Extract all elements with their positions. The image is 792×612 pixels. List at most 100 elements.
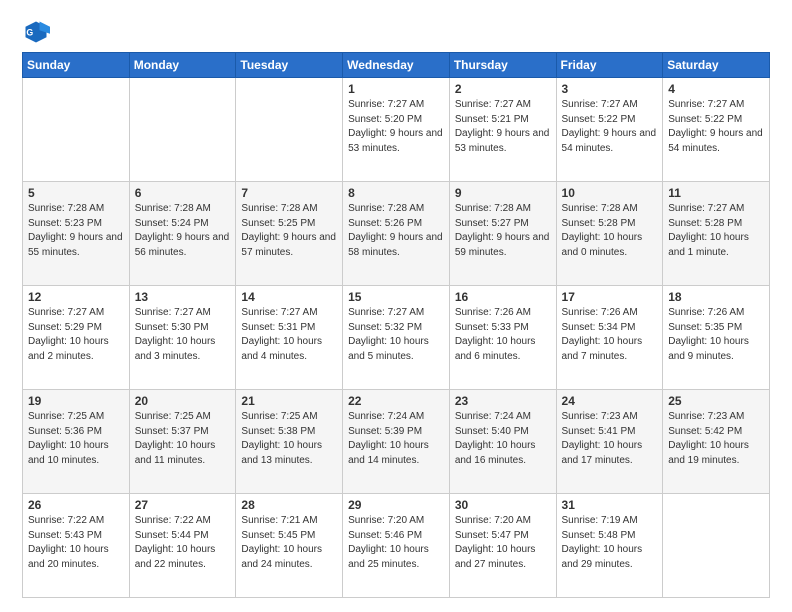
day-number: 2 bbox=[455, 82, 551, 96]
calendar-cell: 6 Sunrise: 7:28 AM Sunset: 5:24 PM Daylig… bbox=[129, 182, 236, 286]
header: G bbox=[22, 18, 770, 46]
calendar-cell: 16 Sunrise: 7:26 AM Sunset: 5:33 PM Dayli… bbox=[449, 286, 556, 390]
calendar-cell: 27 Sunrise: 7:22 AM Sunset: 5:44 PM Dayli… bbox=[129, 494, 236, 598]
day-number: 17 bbox=[562, 290, 658, 304]
day-number: 21 bbox=[241, 394, 337, 408]
calendar-cell: 13 Sunrise: 7:27 AM Sunset: 5:30 PM Dayli… bbox=[129, 286, 236, 390]
calendar-cell: 14Sunrise: 7:27 AM Sunset: 5:31 PM Dayli… bbox=[236, 286, 343, 390]
day-number: 3 bbox=[562, 82, 658, 96]
calendar-week-3: 12 Sunrise: 7:27 AM Sunset: 5:29 PM Dayli… bbox=[23, 286, 770, 390]
day-number: 6 bbox=[135, 186, 231, 200]
calendar-cell: 31 Sunrise: 7:19 AM Sunset: 5:48 PM Dayli… bbox=[556, 494, 663, 598]
day-number: 12 bbox=[28, 290, 124, 304]
calendar-cell bbox=[663, 494, 770, 598]
day-header-saturday: Saturday bbox=[663, 53, 770, 78]
calendar-cell: 8Sunrise: 7:28 AM Sunset: 5:26 PM Daylig… bbox=[343, 182, 450, 286]
day-number: 11 bbox=[668, 186, 764, 200]
calendar-cell bbox=[236, 78, 343, 182]
day-header-monday: Monday bbox=[129, 53, 236, 78]
day-info: Sunrise: 7:24 AM Sunset: 5:39 PM Dayligh… bbox=[348, 410, 444, 468]
day-info: Sunrise: 7:20 AM Sunset: 5:47 PM Dayligh… bbox=[455, 514, 551, 572]
calendar-cell: 10Sunrise: 7:28 AM Sunset: 5:28 PM Dayli… bbox=[556, 182, 663, 286]
day-number: 24 bbox=[562, 394, 658, 408]
calendar-cell: 23 Sunrise: 7:24 AM Sunset: 5:40 PM Dayli… bbox=[449, 390, 556, 494]
day-info: Sunrise: 7:22 AM Sunset: 5:44 PM Dayligh… bbox=[135, 514, 231, 572]
day-info: Sunrise: 7:23 AM Sunset: 5:41 PM Dayligh… bbox=[562, 410, 658, 468]
calendar-cell: 5Sunrise: 7:28 AM Sunset: 5:23 PM Daylig… bbox=[23, 182, 130, 286]
calendar-cell: 19Sunrise: 7:25 AM Sunset: 5:36 PM Dayli… bbox=[23, 390, 130, 494]
calendar-cell: 11Sunrise: 7:27 AM Sunset: 5:28 PM Dayli… bbox=[663, 182, 770, 286]
day-info: Sunrise: 7:27 AM Sunset: 5:22 PM Dayligh… bbox=[562, 98, 658, 156]
day-info: Sunrise: 7:28 AM Sunset: 5:27 PM Dayligh… bbox=[455, 202, 551, 260]
calendar-cell: 26 Sunrise: 7:22 AM Sunset: 5:43 PM Dayli… bbox=[23, 494, 130, 598]
day-info: Sunrise: 7:20 AM Sunset: 5:46 PM Dayligh… bbox=[348, 514, 444, 572]
day-number: 4 bbox=[668, 82, 764, 96]
calendar-cell: 22Sunrise: 7:24 AM Sunset: 5:39 PM Dayli… bbox=[343, 390, 450, 494]
calendar-cell: 21 Sunrise: 7:25 AM Sunset: 5:38 PM Dayli… bbox=[236, 390, 343, 494]
day-info: Sunrise: 7:26 AM Sunset: 5:33 PM Dayligh… bbox=[455, 306, 551, 364]
day-info: Sunrise: 7:27 AM Sunset: 5:30 PM Dayligh… bbox=[135, 306, 231, 364]
day-number: 14 bbox=[241, 290, 337, 304]
day-number: 31 bbox=[562, 498, 658, 512]
calendar-cell bbox=[23, 78, 130, 182]
day-header-friday: Friday bbox=[556, 53, 663, 78]
calendar-week-1: 1Sunrise: 7:27 AM Sunset: 5:20 PM Daylig… bbox=[23, 78, 770, 182]
day-info: Sunrise: 7:26 AM Sunset: 5:35 PM Dayligh… bbox=[668, 306, 764, 364]
day-number: 26 bbox=[28, 498, 124, 512]
day-number: 16 bbox=[455, 290, 551, 304]
calendar-cell: 3 Sunrise: 7:27 AM Sunset: 5:22 PM Daylig… bbox=[556, 78, 663, 182]
day-number: 7 bbox=[241, 186, 337, 200]
calendar-cell: 2Sunrise: 7:27 AM Sunset: 5:21 PM Daylig… bbox=[449, 78, 556, 182]
logo: G bbox=[22, 18, 54, 46]
calendar-cell: 4 Sunrise: 7:27 AM Sunset: 5:22 PM Daylig… bbox=[663, 78, 770, 182]
calendar-header-row: SundayMondayTuesdayWednesdayThursdayFrid… bbox=[23, 53, 770, 78]
calendar-week-4: 19Sunrise: 7:25 AM Sunset: 5:36 PM Dayli… bbox=[23, 390, 770, 494]
day-number: 13 bbox=[135, 290, 231, 304]
day-header-thursday: Thursday bbox=[449, 53, 556, 78]
calendar-cell: 20Sunrise: 7:25 AM Sunset: 5:37 PM Dayli… bbox=[129, 390, 236, 494]
day-info: Sunrise: 7:19 AM Sunset: 5:48 PM Dayligh… bbox=[562, 514, 658, 572]
calendar-cell: 1Sunrise: 7:27 AM Sunset: 5:20 PM Daylig… bbox=[343, 78, 450, 182]
day-info: Sunrise: 7:22 AM Sunset: 5:43 PM Dayligh… bbox=[28, 514, 124, 572]
day-info: Sunrise: 7:28 AM Sunset: 5:26 PM Dayligh… bbox=[348, 202, 444, 260]
day-number: 23 bbox=[455, 394, 551, 408]
calendar-cell bbox=[129, 78, 236, 182]
day-info: Sunrise: 7:27 AM Sunset: 5:32 PM Dayligh… bbox=[348, 306, 444, 364]
day-info: Sunrise: 7:26 AM Sunset: 5:34 PM Dayligh… bbox=[562, 306, 658, 364]
day-number: 28 bbox=[241, 498, 337, 512]
day-info: Sunrise: 7:28 AM Sunset: 5:23 PM Dayligh… bbox=[28, 202, 124, 260]
calendar-week-5: 26 Sunrise: 7:22 AM Sunset: 5:43 PM Dayli… bbox=[23, 494, 770, 598]
day-number: 29 bbox=[348, 498, 444, 512]
day-number: 9 bbox=[455, 186, 551, 200]
svg-text:G: G bbox=[26, 28, 33, 38]
calendar-cell: 18Sunrise: 7:26 AM Sunset: 5:35 PM Dayli… bbox=[663, 286, 770, 390]
day-info: Sunrise: 7:27 AM Sunset: 5:22 PM Dayligh… bbox=[668, 98, 764, 156]
day-info: Sunrise: 7:28 AM Sunset: 5:25 PM Dayligh… bbox=[241, 202, 337, 260]
day-number: 1 bbox=[348, 82, 444, 96]
day-info: Sunrise: 7:21 AM Sunset: 5:45 PM Dayligh… bbox=[241, 514, 337, 572]
day-info: Sunrise: 7:25 AM Sunset: 5:37 PM Dayligh… bbox=[135, 410, 231, 468]
calendar-cell: 15 Sunrise: 7:27 AM Sunset: 5:32 PM Dayli… bbox=[343, 286, 450, 390]
day-number: 10 bbox=[562, 186, 658, 200]
calendar-cell: 9 Sunrise: 7:28 AM Sunset: 5:27 PM Daylig… bbox=[449, 182, 556, 286]
calendar-cell: 7 Sunrise: 7:28 AM Sunset: 5:25 PM Daylig… bbox=[236, 182, 343, 286]
day-number: 30 bbox=[455, 498, 551, 512]
day-info: Sunrise: 7:27 AM Sunset: 5:29 PM Dayligh… bbox=[28, 306, 124, 364]
day-number: 27 bbox=[135, 498, 231, 512]
calendar-cell: 24 Sunrise: 7:23 AM Sunset: 5:41 PM Dayli… bbox=[556, 390, 663, 494]
day-number: 25 bbox=[668, 394, 764, 408]
page: G SundayMondayTuesdayWednesdayThursdayFr… bbox=[0, 0, 792, 612]
calendar-cell: 28 Sunrise: 7:21 AM Sunset: 5:45 PM Dayli… bbox=[236, 494, 343, 598]
day-info: Sunrise: 7:24 AM Sunset: 5:40 PM Dayligh… bbox=[455, 410, 551, 468]
calendar-cell: 17 Sunrise: 7:26 AM Sunset: 5:34 PM Dayli… bbox=[556, 286, 663, 390]
calendar-cell: 30 Sunrise: 7:20 AM Sunset: 5:47 PM Dayli… bbox=[449, 494, 556, 598]
calendar-cell: 29 Sunrise: 7:20 AM Sunset: 5:46 PM Dayli… bbox=[343, 494, 450, 598]
calendar-cell: 25 Sunrise: 7:23 AM Sunset: 5:42 PM Dayli… bbox=[663, 390, 770, 494]
day-number: 15 bbox=[348, 290, 444, 304]
day-info: Sunrise: 7:25 AM Sunset: 5:38 PM Dayligh… bbox=[241, 410, 337, 468]
day-number: 19 bbox=[28, 394, 124, 408]
day-info: Sunrise: 7:23 AM Sunset: 5:42 PM Dayligh… bbox=[668, 410, 764, 468]
day-info: Sunrise: 7:28 AM Sunset: 5:24 PM Dayligh… bbox=[135, 202, 231, 260]
calendar-table: SundayMondayTuesdayWednesdayThursdayFrid… bbox=[22, 52, 770, 598]
calendar-cell: 12 Sunrise: 7:27 AM Sunset: 5:29 PM Dayli… bbox=[23, 286, 130, 390]
